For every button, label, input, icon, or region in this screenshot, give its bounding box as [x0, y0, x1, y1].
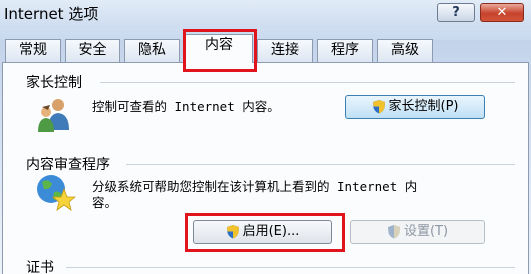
window-title: Internet 选项 [4, 5, 99, 23]
tab-programs[interactable]: 程序 [317, 39, 373, 62]
enable-highlight-box [185, 213, 345, 252]
parental-controls-label: 家长控制(P) [388, 99, 459, 114]
parental-description: 控制可查看的 Internet 内容。 [92, 99, 280, 114]
content-advisor-description-line1: 分级系统可帮助您控制在该计算机上看到的 Internet 内 [92, 179, 418, 194]
parental-group-label: 家长控制 [26, 75, 82, 91]
certificates-group-label: 证书 [26, 260, 54, 274]
help-button[interactable]: ? [437, 3, 475, 22]
uac-shield-icon [372, 100, 385, 114]
tab-privacy[interactable]: 隐私 [124, 39, 180, 62]
certificates-group-divider [66, 267, 515, 268]
content-advisor-group-divider [126, 164, 515, 165]
content-advisor-description-line2: 容。 [92, 195, 118, 210]
close-button[interactable]: ✕ [480, 3, 524, 22]
family-users-icon [38, 99, 69, 132]
title-bar: Internet 选项 ? ✕ [0, 0, 531, 28]
uac-shield-icon [387, 225, 400, 239]
tab-highlight-box [183, 29, 257, 72]
globe-star-icon [37, 175, 76, 211]
tab-strip: 常规 安全 隐私 内容 连接 程序 高级 [0, 33, 531, 63]
settings-button-label: 设置(T) [403, 224, 449, 239]
content-advisor-group-label: 内容审查程序 [26, 157, 110, 173]
parental-controls-button[interactable]: 家长控制(P) [345, 95, 485, 119]
tab-general[interactable]: 常规 [5, 39, 61, 62]
parental-group-divider [100, 82, 515, 83]
tab-security[interactable]: 安全 [65, 39, 120, 62]
tab-advanced[interactable]: 高级 [377, 39, 433, 62]
tab-connections[interactable]: 连接 [257, 39, 313, 62]
settings-button[interactable]: 设置(T) [350, 220, 485, 244]
internet-options-window: Internet 选项 ? ✕ 常规 安全 隐私 内容 连接 程序 高级 家长控… [0, 0, 531, 274]
